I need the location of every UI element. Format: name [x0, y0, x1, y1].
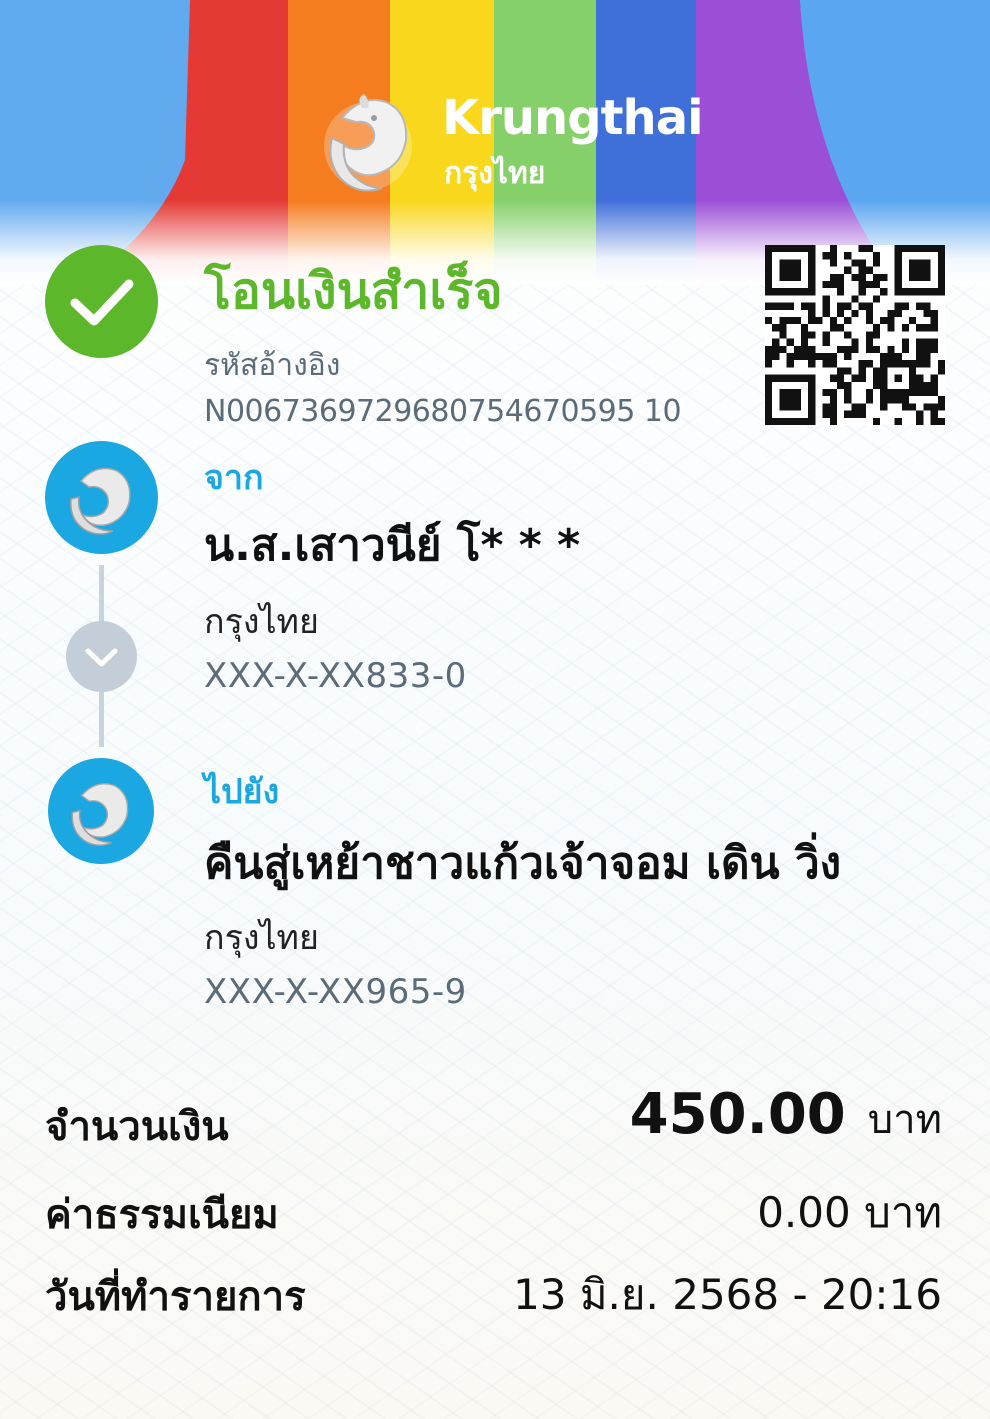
brand-name-en: Krungthai	[442, 90, 704, 146]
transaction-date: 13 มิ.ย. 2568 - 20:16	[513, 1270, 942, 1319]
reference-number: N0067369729680754670595 10	[204, 394, 682, 429]
date-label: วันที่ทำรายการ	[45, 1274, 306, 1320]
rainbow-header: Krungthai กรุงไทย	[0, 0, 990, 285]
sender-bank: กรุงไทย	[204, 602, 319, 642]
receiver-account: XXX-X-XX965-9	[204, 972, 467, 1012]
receiver-bank-icon	[48, 758, 154, 864]
from-label: จาก	[204, 458, 264, 498]
sender-bank-icon	[45, 441, 158, 554]
chevron-down-icon	[66, 621, 137, 692]
amount-value: 450.00	[629, 1082, 846, 1147]
amount-label: จำนวนเงิน	[45, 1104, 229, 1150]
success-check-icon	[45, 245, 158, 358]
status-title: โอนเงินสำเร็จ	[204, 262, 503, 320]
reference-label: รหัสอ้างอิง	[204, 348, 341, 383]
amount-unit: บาท	[867, 1097, 942, 1143]
fee-label: ค่าธรรมเนียม	[45, 1192, 279, 1238]
krungthai-logo: Krungthai กรุงไทย	[312, 88, 704, 203]
garuda-logo-icon	[324, 94, 412, 192]
fee-value: 0.00 บาท	[757, 1188, 942, 1237]
amount-row-value: 450.00 บาท	[630, 1082, 942, 1151]
transfer-slip: Krungthai กรุงไทย โอนเงินสำเร็จ รหัสอ้าง…	[0, 0, 990, 1419]
qr-code[interactable]	[765, 245, 945, 425]
sender-account: XXX-X-XX833-0	[204, 656, 467, 696]
sender-name: น.ส.เสาวนีย์ โ* * *	[204, 520, 581, 571]
receiver-bank: กรุงไทย	[204, 918, 319, 958]
brand-name-th: กรุงไทย	[444, 156, 546, 191]
to-label: ไปยัง	[204, 772, 280, 812]
receiver-name: คืนสู่เหย้าชาวแก้วเจ้าจอม เดิน วิ่ง	[204, 838, 842, 889]
